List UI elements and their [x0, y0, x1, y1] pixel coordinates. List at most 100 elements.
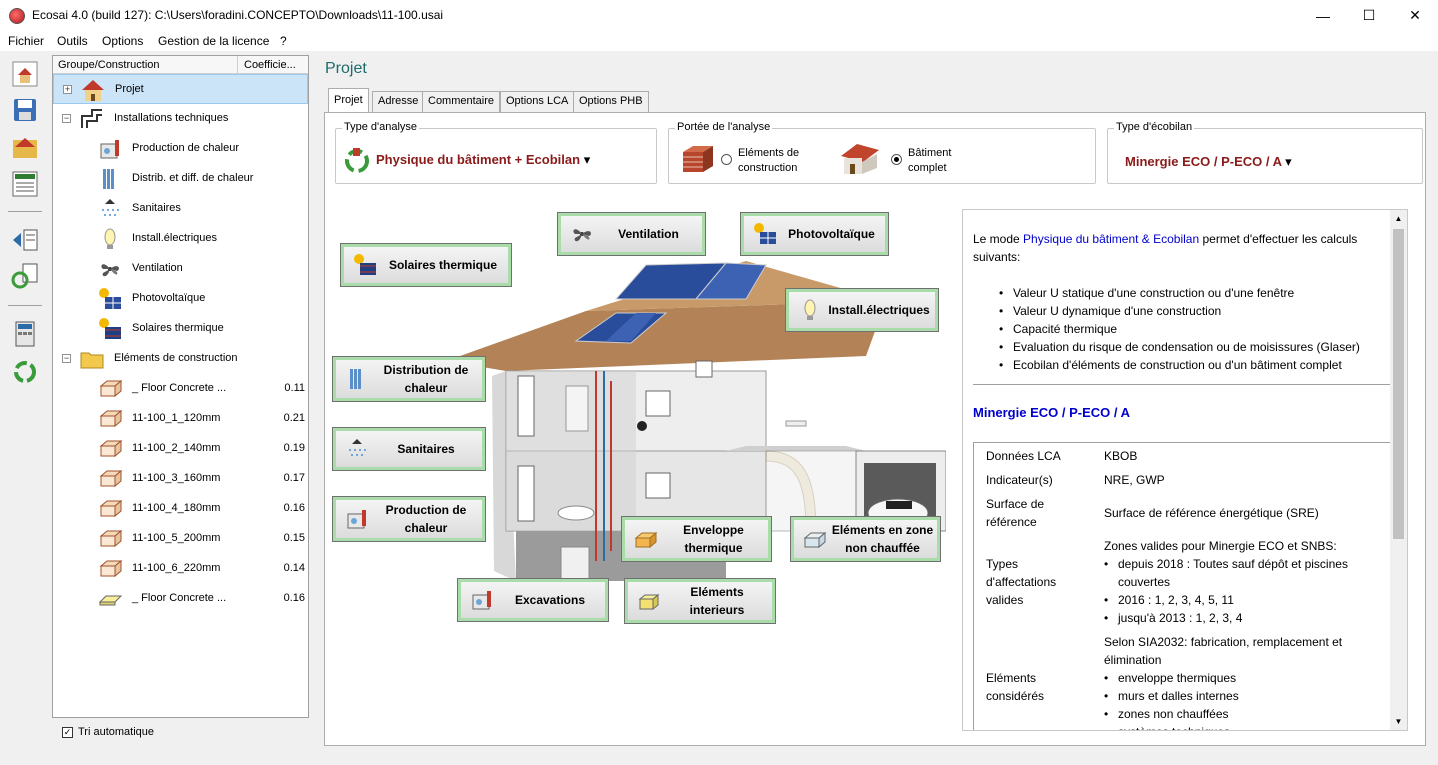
fan-icon [573, 229, 591, 242]
heater-icon [347, 510, 366, 529]
info-heading: Minergie ECO / P-ECO / A [973, 405, 1130, 420]
tree-item-label: Solaires thermique [132, 322, 224, 334]
sanitaires-label: Sanitaires [397, 442, 455, 456]
brick-wall-icon [683, 146, 713, 172]
tab-commentaire[interactable]: Commentaire [422, 91, 501, 112]
tree-item-elements-construction[interactable]: − Eléments de construction [53, 344, 308, 374]
radiator-icon [350, 369, 361, 389]
tree-item-label: _ Floor Concrete ... [132, 592, 227, 604]
collapse-icon[interactable]: − [62, 114, 71, 123]
column-header-coefficient[interactable]: Coefficie... [237, 56, 308, 74]
tree-item-sanitaires[interactable]: Sanitaires [53, 194, 308, 224]
tab-projet[interactable]: Projet [328, 88, 369, 113]
tree-item-label: Photovoltaïque [132, 292, 206, 304]
recycle-icon[interactable] [10, 357, 40, 387]
house-icon [82, 80, 104, 101]
elements-interieurs-button[interactable]: Eléments interieurs [624, 578, 776, 624]
recycle-report-icon[interactable] [10, 261, 40, 291]
tree-item-construction[interactable]: 11-100_6_220mm 0.14 [53, 554, 308, 584]
scope-building-label-line1: Bâtiment [908, 147, 952, 159]
open-project-icon[interactable] [10, 131, 40, 161]
checkbox-checked-icon[interactable]: ✓ [62, 726, 73, 738]
minimize-button[interactable]: — [1300, 0, 1346, 31]
save-icon[interactable] [10, 95, 40, 125]
install-elec-button[interactable]: Install.électriques [785, 288, 939, 332]
tab-options-lca[interactable]: Options LCA [500, 91, 575, 112]
tree-item-production-chaleur[interactable]: Production de chaleur [53, 134, 308, 164]
tree-item-construction[interactable]: _ Floor Concrete ... 0.11 [53, 374, 308, 404]
app-icon [9, 8, 25, 24]
maximize-button[interactable]: ☐ [1346, 0, 1392, 31]
scrollbar-thumb[interactable] [1393, 229, 1404, 539]
tree-item-label: _ Floor Concrete ... [132, 382, 227, 394]
menu-licence[interactable]: Gestion de la licence [158, 34, 269, 48]
auto-sort-checkbox[interactable]: ✓ Tri automatique [62, 726, 154, 738]
production-chaleur-button[interactable]: Production de chaleur [332, 496, 486, 542]
u-value: 0.16 [283, 502, 305, 514]
solaires-thermique-button[interactable]: Solaires thermique [340, 243, 512, 287]
menu-options[interactable]: Options [102, 34, 143, 48]
tree-item-photovoltaique[interactable]: Photovoltaïque [53, 284, 308, 314]
tree-item-projet[interactable]: + Projet [53, 74, 308, 104]
calculator-icon[interactable] [10, 319, 40, 349]
news-icon[interactable] [10, 169, 40, 199]
new-project-icon[interactable] [10, 59, 40, 89]
ecobilan-type-dropdown[interactable]: Minergie ECO / P-ECO / A ▾ [1125, 154, 1292, 170]
analysis-type-dropdown[interactable]: Physique du bâtiment + Ecobilan ▾ [376, 152, 590, 168]
shower-icon [349, 439, 366, 456]
page-title: Projet [325, 60, 367, 77]
tree-item-label: 11-100_4_180mm [132, 502, 221, 514]
heater-icon [100, 140, 119, 159]
tab-options-phb[interactable]: Options PHB [573, 91, 649, 112]
menu-fichier[interactable]: Fichier [8, 34, 44, 48]
scroll-up-icon[interactable]: ▲ [1390, 210, 1407, 227]
auto-sort-label: Tri automatique [78, 726, 155, 738]
lca-value: Surface de référence énergétique (SRE) [1104, 506, 1319, 520]
tree-item-label: Installations techniques [114, 112, 229, 124]
ventilation-button[interactable]: Ventilation [557, 212, 706, 256]
expand-icon[interactable]: + [63, 85, 72, 94]
tree-item-install-elec[interactable]: Install.électriques [53, 224, 308, 254]
vertical-scrollbar[interactable]: ▲ ▼ [1390, 210, 1407, 730]
tree-item-label: Sanitaires [132, 202, 181, 214]
list-item-text: couvertes [1118, 575, 1171, 589]
toolbar-separator [8, 211, 42, 212]
zone-non-chauffee-label-line2: non chauffée [845, 541, 920, 555]
close-button[interactable]: ✕ [1392, 0, 1438, 31]
tree-item-construction[interactable]: _ Floor Concrete ... 0.16 [53, 584, 308, 614]
tree-item-construction[interactable]: 11-100_4_180mm 0.16 [53, 494, 308, 524]
excavations-button[interactable]: Excavations [457, 578, 609, 622]
tab-adresse[interactable]: Adresse [372, 91, 425, 112]
enveloppe-thermique-button[interactable]: Enveloppe thermique [621, 516, 772, 562]
scope-elements-radio[interactable] [721, 154, 732, 165]
menu-bar: Fichier Outils Options Gestion de la lic… [0, 31, 1438, 51]
tree-item-construction[interactable]: 11-100_5_200mm 0.15 [53, 524, 308, 554]
tree-item-construction[interactable]: 11-100_1_120mm 0.21 [53, 404, 308, 434]
groupbox-legend: Type d'analyse [342, 121, 420, 133]
distribution-chaleur-button[interactable]: Distribution de chaleur [332, 356, 486, 402]
photovoltaique-button[interactable]: Photovoltaïque [740, 212, 889, 256]
scope-building-radio[interactable] [891, 154, 902, 165]
tree-item-label: 11-100_5_200mm [132, 532, 221, 544]
list-item: murs et dalles internes [1104, 687, 1239, 705]
zone-non-chauffee-button[interactable]: Eléments en zone non chauffée [790, 516, 941, 562]
tree-item-label: Install.électriques [132, 232, 217, 244]
tree-item-construction[interactable]: 11-100_2_140mm 0.19 [53, 434, 308, 464]
excavation-icon [472, 591, 491, 610]
sanitaires-button[interactable]: Sanitaires [332, 427, 486, 471]
compare-icon[interactable] [10, 225, 40, 255]
tree-item-ventilation[interactable]: Ventilation [53, 254, 308, 284]
tree-item-distrib-chaleur[interactable]: Distrib. et diff. de chaleur [53, 164, 308, 194]
tree-item-construction[interactable]: 11-100_3_160mm 0.17 [53, 464, 308, 494]
collapse-icon[interactable]: − [62, 354, 71, 363]
scroll-down-icon[interactable]: ▼ [1390, 713, 1407, 730]
column-header-group[interactable]: Groupe/Construction [58, 59, 160, 71]
tree-item-installations[interactable]: − Installations techniques [53, 104, 308, 134]
list-item: zones non chauffées [1104, 705, 1239, 723]
toolbar-separator [8, 305, 42, 306]
groupbox-legend: Portée de l'analyse [675, 121, 773, 133]
info-panel[interactable]: Le mode Physique du bâtiment & Ecobilan … [962, 209, 1408, 731]
tree-item-solaires-thermique[interactable]: Solaires thermique [53, 314, 308, 344]
menu-help[interactable]: ? [280, 34, 287, 48]
menu-outils[interactable]: Outils [57, 34, 88, 48]
